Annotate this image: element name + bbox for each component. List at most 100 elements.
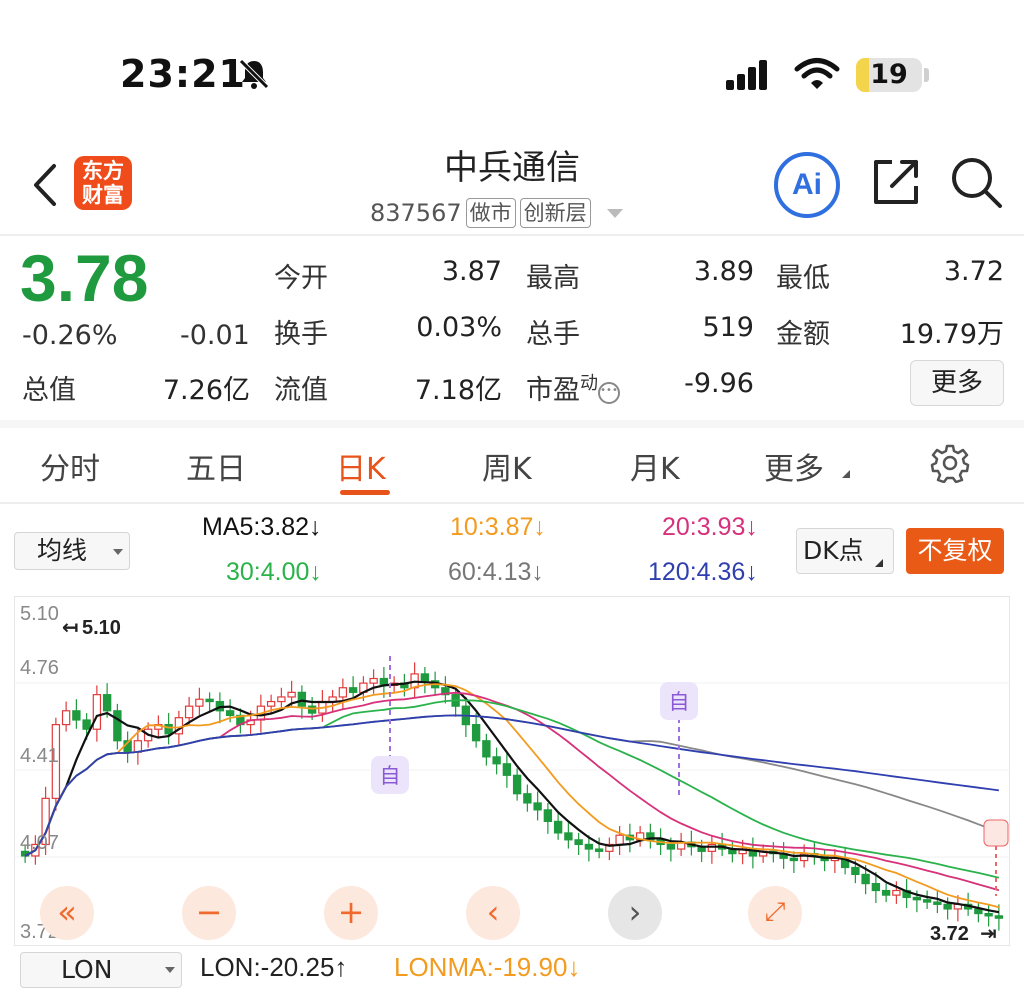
candle-body <box>789 857 799 862</box>
adjust-mode-button[interactable]: 不复权 <box>906 528 1004 574</box>
candle-body <box>523 793 532 804</box>
stock-subline[interactable]: 837567 做市 创新层 <box>370 196 623 230</box>
next-icon[interactable]: › <box>608 886 662 940</box>
tab-more[interactable]: 更多 <box>764 444 850 488</box>
tag-innovation-tier: 创新层 <box>519 198 591 228</box>
pe-label[interactable]: 市盈动 ••• <box>526 368 620 407</box>
candle-body <box>420 673 430 682</box>
chevron-down-icon <box>113 549 123 555</box>
tag-market-maker: 做市 <box>465 198 516 228</box>
candle-body <box>851 866 860 875</box>
y-tick-label: 5.10 <box>20 603 59 625</box>
candle-body <box>922 899 932 903</box>
change-percent: -0.26% <box>22 320 118 351</box>
cellular-signal-icon <box>726 58 767 90</box>
candle-body <box>369 677 378 684</box>
stock-code: 837567 <box>370 199 462 227</box>
pe-value: -9.96 <box>684 368 754 399</box>
tab-more-label: 更多 <box>764 452 824 487</box>
corner-triangle-icon <box>875 559 883 567</box>
last-price: 3.78 <box>20 241 149 315</box>
candle-body <box>512 774 522 795</box>
ma10-value: 10:3.87↓ <box>450 513 546 541</box>
candle-body <box>871 883 881 892</box>
y-tick-label: 4.76 <box>20 657 59 679</box>
dk-point-label: DK点 <box>803 536 864 565</box>
double-left-icon[interactable]: « <box>40 886 94 940</box>
low-marker-arrow: ⇥ <box>980 921 997 945</box>
high-marker: 5.10 <box>82 617 121 639</box>
candle-body <box>707 843 717 852</box>
signal-marker-label: 自 <box>380 764 401 788</box>
candle-body <box>564 832 573 841</box>
candle-body <box>102 694 112 712</box>
candle-body <box>482 740 491 758</box>
ma120-value: 120:4.36↓ <box>648 558 758 586</box>
tabs-divider <box>0 502 1024 504</box>
tab-monthly-k[interactable]: 月K <box>630 444 680 488</box>
candle-body <box>502 763 512 776</box>
wifi-icon <box>794 58 840 89</box>
share-icon[interactable] <box>870 156 922 208</box>
more-quote-button[interactable]: 更多 <box>910 360 1004 406</box>
zoom-in-icon[interactable]: + <box>324 886 378 940</box>
tab-weekly-k[interactable]: 周K <box>482 444 532 488</box>
kline-chart[interactable]: 5.10 4.76 4.41 4.07 3.72 ↤ 5.10 3.72 ⇥ 自… <box>14 596 1010 946</box>
candle-body <box>553 820 563 834</box>
gear-icon[interactable] <box>930 443 970 483</box>
bell-slash-icon <box>239 59 269 89</box>
candle-body <box>943 903 952 910</box>
more-dots-icon[interactable]: ••• <box>598 382 620 404</box>
candle-body <box>92 694 102 730</box>
float-value: 7.18亿 <box>414 375 502 406</box>
chevron-down-icon <box>606 208 623 218</box>
chevron-down-icon <box>165 967 175 973</box>
battery-icon: 19 <box>856 58 922 92</box>
candle-body <box>266 700 276 707</box>
battery-cap <box>924 68 929 82</box>
zoom-out-icon[interactable]: − <box>182 886 236 940</box>
ai-icon[interactable]: Ai <box>774 152 840 218</box>
candle-body <box>338 687 348 698</box>
candle-body <box>205 698 214 703</box>
candle-body <box>307 705 317 714</box>
candle-body <box>297 691 307 707</box>
event-marker[interactable] <box>983 819 1009 847</box>
ma5-value: MA5:3.82↓ <box>202 513 322 541</box>
candle-body <box>277 696 286 703</box>
candle-body <box>348 687 358 693</box>
candle-body <box>594 848 604 852</box>
turnover-rate-label: 换手 <box>274 319 328 350</box>
prev-icon[interactable]: ‹ <box>466 886 520 940</box>
candle-body <box>533 802 542 811</box>
ma20-value: 20:3.93↓ <box>662 513 758 541</box>
high-label: 最高 <box>526 263 580 294</box>
candle-body <box>195 698 204 707</box>
high-marker-arrow: ↤ <box>62 615 79 639</box>
indicator-selector-label: LON <box>61 955 113 984</box>
active-tab-indicator <box>340 490 390 495</box>
status-time: 23:21 <box>120 52 246 96</box>
corner-triangle-icon <box>842 470 850 478</box>
fullscreen-icon[interactable]: ⤢ <box>748 886 802 940</box>
lon-value: LON:-20.25↑ <box>200 952 348 982</box>
turnover-rate-value: 0.03% <box>416 312 502 343</box>
total-value: 7.26亿 <box>162 375 250 406</box>
candle-body <box>492 756 501 765</box>
volume-value: 519 <box>702 312 754 343</box>
candle-body <box>994 915 1004 919</box>
dk-point-selector[interactable]: DK点 <box>796 528 894 574</box>
pe-dynamic-sup: 动 <box>580 373 598 394</box>
tab-five-day[interactable]: 五日 <box>186 444 246 488</box>
ma-selector[interactable]: 均线 <box>14 532 130 570</box>
float-value-label: 流值 <box>274 375 328 406</box>
search-icon[interactable] <box>948 154 1004 210</box>
indicator-selector[interactable]: LON <box>20 952 182 988</box>
candle-body <box>471 724 481 742</box>
candle-body <box>892 889 901 896</box>
tab-daily-k[interactable]: 日K <box>336 444 386 488</box>
candle-body <box>61 710 71 726</box>
tab-intraday[interactable]: 分时 <box>40 444 100 488</box>
high-value: 3.89 <box>693 256 754 287</box>
candle-body <box>72 710 81 721</box>
